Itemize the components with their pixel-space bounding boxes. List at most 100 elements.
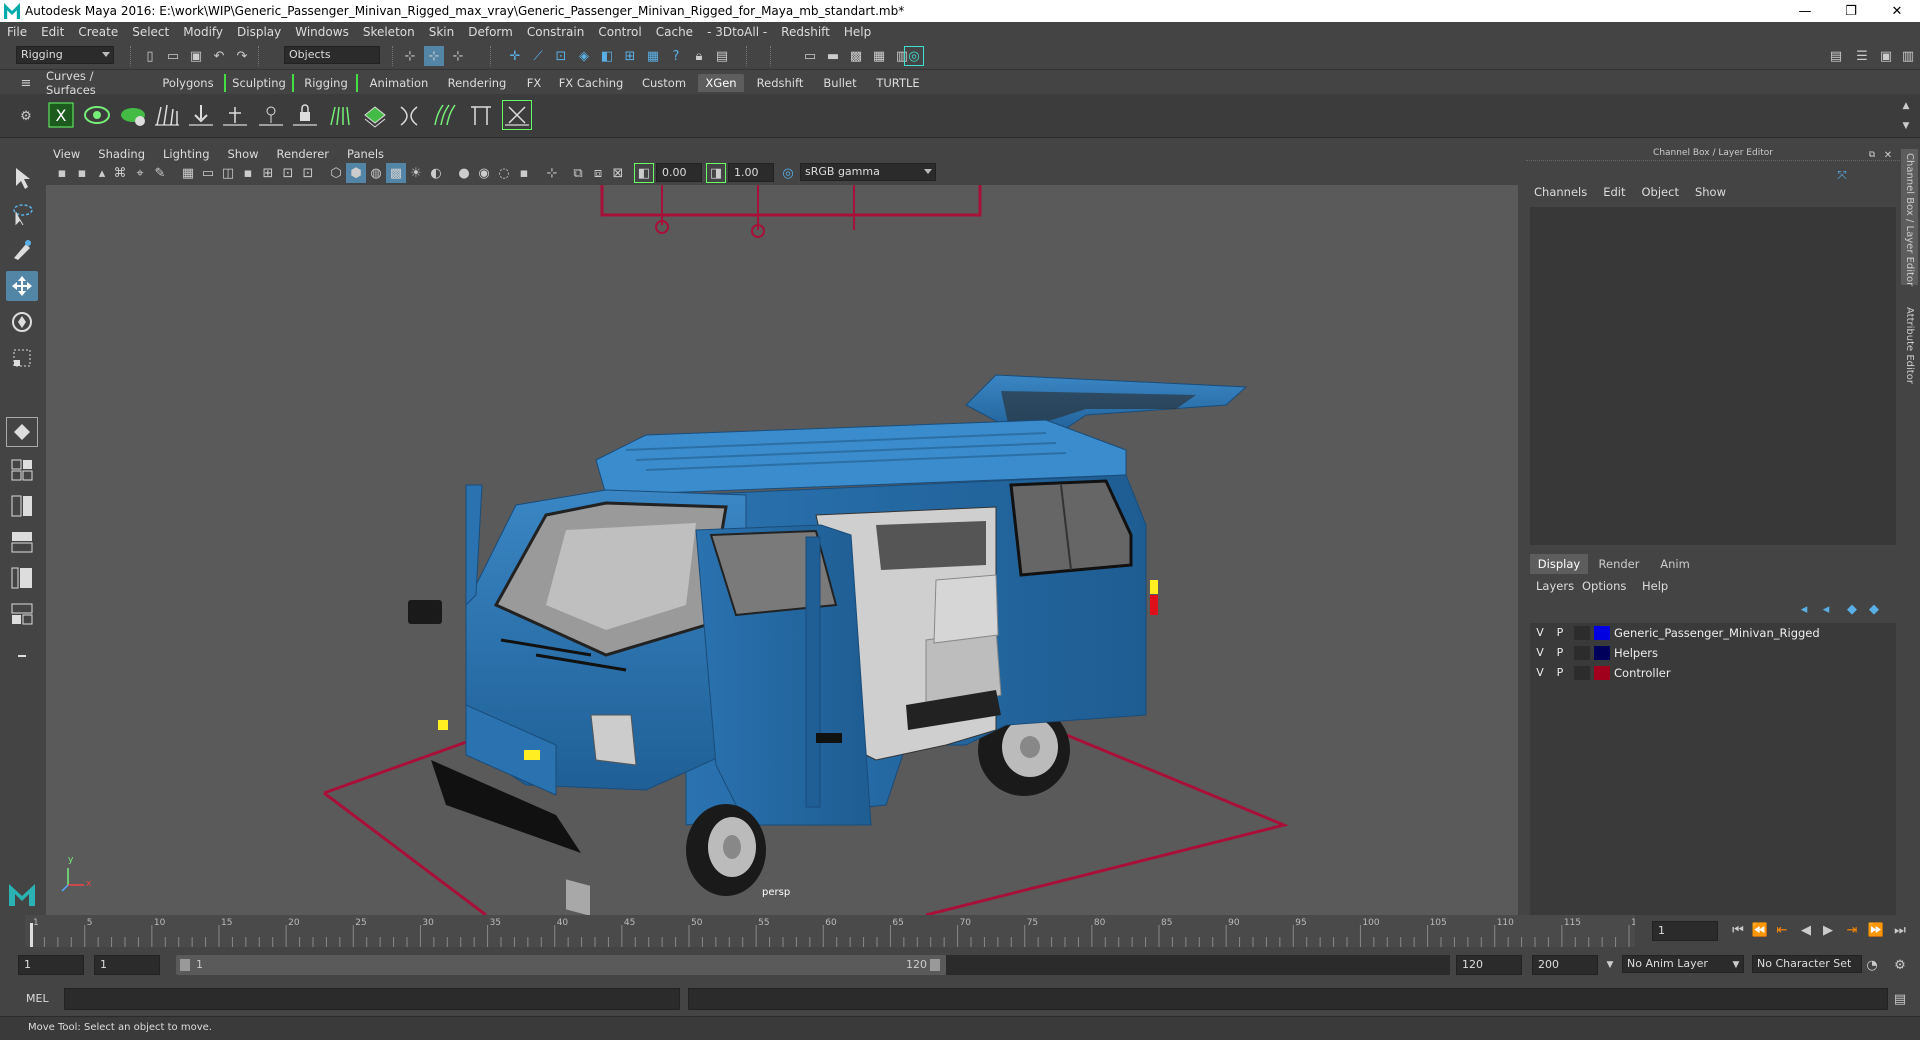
channels-menu[interactable]: Channels xyxy=(1526,185,1595,203)
layer-help-menu[interactable]: Help xyxy=(1642,579,1668,593)
view-transform-dropdown[interactable]: sRGB gamma xyxy=(800,163,936,181)
menu-set-dropdown[interactable]: Rigging xyxy=(16,46,114,64)
2d-pan-zoom-icon[interactable]: ⌖ xyxy=(130,163,150,183)
exposure-field[interactable]: 0.00 xyxy=(656,163,702,182)
tab-anim[interactable]: Anim xyxy=(1650,554,1700,574)
lock-icon[interactable]: 🔒︎ xyxy=(689,46,709,66)
new-layer-icon[interactable]: ◆ xyxy=(1842,599,1862,619)
maya-home-icon[interactable] xyxy=(6,879,38,909)
tab-display[interactable]: Display xyxy=(1530,554,1588,574)
script-editor-icon[interactable]: ▤ xyxy=(1890,989,1910,1009)
play-backwards-icon[interactable]: ◀ xyxy=(1796,920,1816,940)
textured-icon[interactable]: ▩ xyxy=(386,163,406,183)
range-bar[interactable]: 1 120 xyxy=(176,955,946,975)
character-set-dropdown[interactable]: No Character Set xyxy=(1752,955,1862,973)
move-layer-down-icon[interactable]: ◂ xyxy=(1816,599,1836,619)
tab-channel-box-vertical[interactable]: Channel Box / Layer Editor xyxy=(1901,149,1918,286)
color-management-icon[interactable]: ◎ xyxy=(778,163,798,183)
layer-visibility-toggle[interactable]: V xyxy=(1530,646,1550,659)
redo-icon[interactable]: ↷ xyxy=(232,46,252,66)
tab-turtle[interactable]: TURTLE xyxy=(870,74,926,92)
gamma-field[interactable]: 1.00 xyxy=(728,163,774,182)
single-view-layout-icon[interactable] xyxy=(6,455,38,485)
tab-redshift[interactable]: Redshift xyxy=(752,74,808,92)
panel-menu-renderer[interactable]: Renderer xyxy=(268,147,339,161)
outliner-layout-icon[interactable] xyxy=(6,527,38,557)
xgen-sculpt-icon[interactable] xyxy=(360,100,390,130)
xgen-lock-guides-icon[interactable] xyxy=(290,100,320,130)
four-view-layout-icon[interactable] xyxy=(6,417,38,447)
wireframe-icon[interactable]: ⬡ xyxy=(326,163,346,183)
layer-display-type[interactable] xyxy=(1574,625,1590,640)
menu-skin[interactable]: Skin xyxy=(422,25,462,39)
layer-display-type[interactable] xyxy=(1574,665,1590,680)
panel-menu-panels[interactable]: Panels xyxy=(338,147,393,161)
history-icon[interactable]: ⊞ xyxy=(620,46,640,66)
use-all-lights-icon[interactable]: ☀ xyxy=(406,163,426,183)
shadows-icon[interactable]: ◐ xyxy=(426,163,446,183)
screen-space-ao-icon[interactable]: ● xyxy=(454,163,474,183)
new-layer-from-selection-icon[interactable]: ◆ xyxy=(1864,599,1884,619)
snap-point-icon[interactable]: ⊡ xyxy=(551,46,571,66)
selection-mode-dropdown[interactable]: Objects xyxy=(284,46,380,64)
current-time-marker[interactable] xyxy=(30,923,33,947)
layer-playback-toggle[interactable]: P xyxy=(1550,666,1570,679)
options-menu[interactable]: Options xyxy=(1582,579,1626,593)
modeling-toolkit-icon[interactable]: ▤ xyxy=(1826,46,1846,66)
more-layouts-icon[interactable] xyxy=(6,641,38,671)
snap-live-icon[interactable]: ◧ xyxy=(597,46,617,66)
menu-edit[interactable]: Edit xyxy=(34,25,71,39)
two-pane-layout-icon[interactable] xyxy=(6,491,38,521)
select-hierarchy-icon[interactable]: ⊹ xyxy=(400,46,420,66)
isolate-select-icon[interactable]: ⊹ xyxy=(542,163,562,183)
menu-deform[interactable]: Deform xyxy=(461,25,520,39)
upper-rig-control[interactable] xyxy=(600,185,982,217)
tab-render[interactable]: Render xyxy=(1590,554,1648,574)
undo-icon[interactable]: ↶ xyxy=(209,46,229,66)
xgen-export-icon[interactable] xyxy=(502,100,532,130)
object-menu[interactable]: Object xyxy=(1634,185,1687,203)
3d-viewport[interactable]: y x persp xyxy=(46,185,1518,915)
panel-menu-shading[interactable]: Shading xyxy=(89,147,154,161)
layer-display-type[interactable] xyxy=(1574,645,1590,660)
gate-mask-icon[interactable]: ▪ xyxy=(238,163,258,183)
menu-control[interactable]: Control xyxy=(591,25,648,39)
tab-polygons[interactable]: Polygons xyxy=(154,74,222,92)
menu-modify[interactable]: Modify xyxy=(176,25,230,39)
field-chart-icon[interactable]: ⊞ xyxy=(258,163,278,183)
menu-select[interactable]: Select xyxy=(125,25,176,39)
layer-color-swatch[interactable] xyxy=(1594,645,1610,660)
save-scene-icon[interactable]: ▣ xyxy=(186,46,206,66)
tab-rendering[interactable]: Rendering xyxy=(444,74,510,92)
edit-menu[interactable]: Edit xyxy=(1595,185,1633,203)
xgen-preview-icon[interactable] xyxy=(82,100,112,130)
layer-playback-toggle[interactable]: P xyxy=(1550,626,1570,639)
xgen-place-guides-icon[interactable] xyxy=(186,100,216,130)
playback-end-field[interactable]: 120 xyxy=(1456,955,1522,975)
scale-tool-icon[interactable] xyxy=(6,343,38,373)
layer-visibility-toggle[interactable]: V xyxy=(1530,626,1550,639)
image-plane-icon[interactable]: ⌘ xyxy=(110,163,130,183)
attribute-editor-icon[interactable]: ☰ xyxy=(1852,46,1872,66)
shelf-menu-icon[interactable]: ≡ xyxy=(16,73,36,93)
playback-start-field[interactable]: 1 xyxy=(94,955,160,975)
play-forwards-icon[interactable]: ▶ xyxy=(1818,920,1838,940)
layer-color-swatch[interactable] xyxy=(1594,665,1610,680)
step-back-key-icon[interactable]: ⇤ xyxy=(1772,920,1792,940)
anti-aliasing-icon[interactable]: ◌ xyxy=(494,163,514,183)
menu-help[interactable]: Help xyxy=(837,25,878,39)
snap-view-plane-icon[interactable]: ◈ xyxy=(574,46,594,66)
smooth-shade-icon[interactable]: ⬢ xyxy=(346,163,366,183)
tab-rigging[interactable]: Rigging xyxy=(296,74,358,92)
layer-row[interactable]: V P Helpers xyxy=(1530,643,1896,662)
xgen-editor-icon[interactable]: X xyxy=(46,100,76,130)
render-view-icon[interactable]: ▩ xyxy=(846,46,866,66)
safe-title-icon[interactable]: ⊡ xyxy=(298,163,318,183)
xray-icon[interactable]: ⧉ xyxy=(568,163,588,183)
graph-layout-icon[interactable] xyxy=(6,563,38,593)
redshift-render-icon[interactable]: ◎ xyxy=(904,46,924,66)
channel-box-area[interactable] xyxy=(1530,207,1896,545)
close-button[interactable]: ✕ xyxy=(1874,0,1920,22)
range-extension[interactable] xyxy=(946,955,1450,975)
ipr-render-icon[interactable]: ▬ xyxy=(823,46,843,66)
